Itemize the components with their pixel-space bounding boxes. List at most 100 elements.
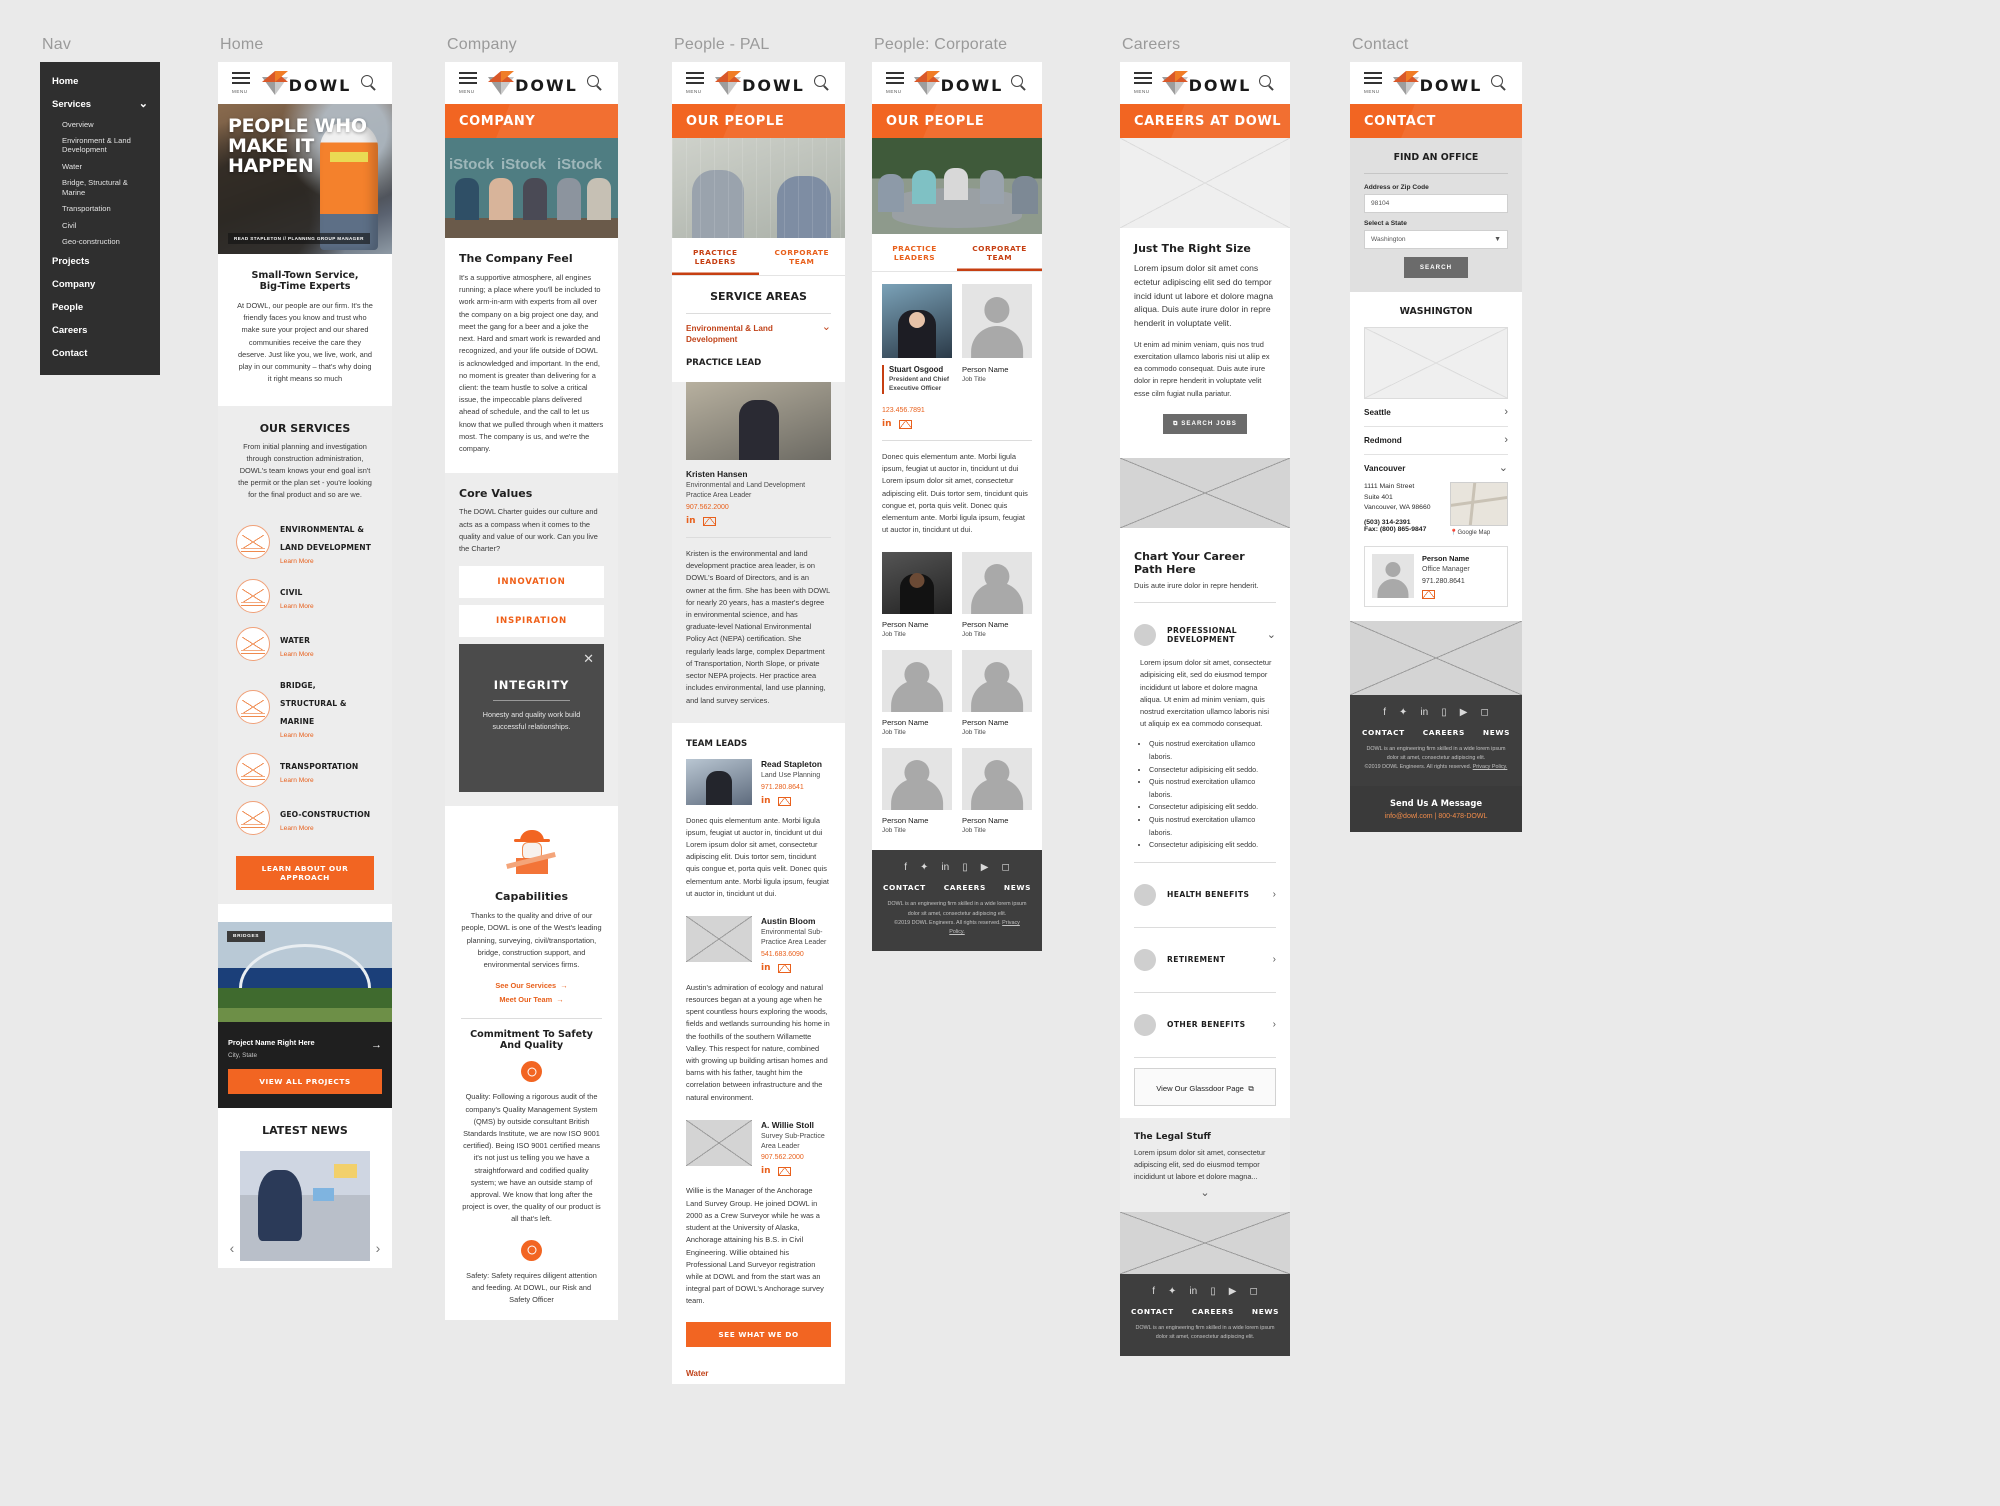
- member-phone[interactable]: 541.683.6090: [761, 951, 831, 958]
- chevron-right-icon[interactable]: ›: [1504, 407, 1508, 417]
- service-row[interactable]: CIVIL Learn More: [236, 572, 374, 620]
- menu-icon[interactable]: MENU: [1134, 72, 1154, 94]
- nav-subitem-civil[interactable]: Civil: [40, 217, 160, 233]
- email-icon[interactable]: [1422, 589, 1435, 599]
- logo[interactable]: DOWL: [913, 71, 1004, 95]
- footer-link-careers[interactable]: CAREERS: [1423, 728, 1465, 737]
- logo[interactable]: DOWL: [1161, 71, 1252, 95]
- accordion-other-benefits[interactable]: OTHER BENEFITS ›: [1134, 1003, 1276, 1047]
- member-phone[interactable]: 971.280.8641: [761, 784, 831, 791]
- service-row[interactable]: ENVIRONMENTAL & LAND DEVELOPMENT Learn M…: [236, 512, 374, 572]
- footer-link-contact[interactable]: CONTACT: [883, 883, 926, 892]
- email-icon[interactable]: [703, 516, 716, 526]
- value-inspiration-button[interactable]: INSPIRATION: [459, 605, 604, 638]
- logo[interactable]: DOWL: [488, 71, 578, 95]
- linkedin-icon[interactable]: in: [686, 516, 697, 527]
- instagram-icon[interactable]: ◻: [1001, 862, 1009, 873]
- meet-team-link[interactable]: Meet Our Team →: [461, 995, 602, 1004]
- chevron-right-icon[interactable]: ›: [1504, 435, 1508, 445]
- linkedin-icon[interactable]: in: [882, 419, 893, 430]
- nav-item-company[interactable]: Company: [40, 273, 160, 296]
- nav-panel[interactable]: Home Services ⌄ Overview Environment & L…: [40, 62, 160, 376]
- email-icon[interactable]: [899, 419, 912, 429]
- linkedin-icon[interactable]: in: [761, 963, 772, 974]
- office-row-vancouver[interactable]: Vancouver ⌄: [1364, 455, 1508, 482]
- accordion-professional-development[interactable]: PROFESSIONAL DEVELOPMENT ⌄: [1134, 613, 1276, 657]
- search-icon[interactable]: [1490, 74, 1508, 92]
- search-icon[interactable]: [586, 74, 604, 92]
- service-area-row[interactable]: Environmental & Land Development ⌄: [686, 322, 831, 345]
- nav-subitem-geo-construction[interactable]: Geo-construction: [40, 234, 160, 250]
- chevron-down-icon[interactable]: ⌄: [1499, 463, 1508, 473]
- nav-subitem-environment-land-development[interactable]: Environment & Land Development: [40, 132, 160, 158]
- email-icon[interactable]: [778, 963, 791, 973]
- service-row[interactable]: BRIDGE, STRUCTURAL & MARINE Learn More: [236, 668, 374, 746]
- learn-more-link[interactable]: Learn More: [280, 732, 374, 739]
- office-row-seattle[interactable]: Seattle ›: [1364, 399, 1508, 427]
- nav-subitem-overview[interactable]: Overview: [40, 116, 160, 132]
- chevron-right-icon[interactable]: ›: [1273, 889, 1276, 899]
- chevron-right-icon[interactable]: ›: [1273, 1019, 1276, 1029]
- learn-more-link[interactable]: Learn More: [280, 603, 314, 610]
- tab-practice-leaders[interactable]: PRACTICE LEADERS: [872, 234, 957, 271]
- learn-more-link[interactable]: Learn More: [280, 825, 370, 832]
- nav-subitem-bridge-structural-marine[interactable]: Bridge, Structural & Marine: [40, 175, 160, 201]
- chevron-right-icon[interactable]: ›: [1273, 954, 1276, 964]
- email-icon[interactable]: [778, 1167, 791, 1177]
- see-services-link[interactable]: See Our Services →: [461, 981, 602, 990]
- carousel-prev-button[interactable]: ‹: [222, 1238, 242, 1258]
- linkedin-icon[interactable]: in: [1420, 707, 1428, 718]
- carousel-next-button[interactable]: ›: [368, 1238, 388, 1258]
- search-button[interactable]: SEARCH: [1403, 257, 1469, 278]
- project-card[interactable]: BRIDGES Project Name Right Here City, St…: [218, 921, 392, 1108]
- linkedin-icon[interactable]: in: [941, 862, 949, 873]
- linkedin-icon[interactable]: in: [761, 796, 772, 807]
- glassdoor-icon[interactable]: ▯: [1441, 707, 1447, 718]
- search-jobs-button[interactable]: ⧉ SEARCH JOBS: [1163, 413, 1247, 434]
- chevron-down-icon[interactable]: ⌄: [1134, 1188, 1276, 1199]
- linkedin-icon[interactable]: in: [761, 1166, 772, 1177]
- privacy-policy-link[interactable]: Privacy Policy.: [1473, 764, 1508, 770]
- footer-link-news[interactable]: NEWS: [1483, 728, 1510, 737]
- glassdoor-icon[interactable]: ▯: [1210, 1286, 1216, 1297]
- learn-more-link[interactable]: Learn More: [280, 651, 314, 658]
- nav-item-careers[interactable]: Careers: [40, 319, 160, 342]
- state-select[interactable]: Washington ▼: [1364, 230, 1508, 249]
- twitter-icon[interactable]: ✦: [1399, 707, 1407, 718]
- tab-practice-leaders[interactable]: PRACTICE LEADERS: [672, 238, 759, 275]
- learn-more-link[interactable]: Learn More: [280, 777, 358, 784]
- lead-phone[interactable]: 907.562.2000: [686, 504, 831, 511]
- footer-link-careers[interactable]: CAREERS: [1192, 1307, 1234, 1316]
- footer-link-contact[interactable]: CONTACT: [1131, 1307, 1174, 1316]
- nav-item-home[interactable]: Home: [40, 70, 160, 93]
- service-row[interactable]: TRANSPORTATION Learn More: [236, 746, 374, 794]
- nav-item-services[interactable]: Services ⌄: [40, 93, 160, 116]
- next-service-area-row[interactable]: Water: [672, 1358, 845, 1384]
- logo[interactable]: DOWL: [261, 71, 352, 95]
- chevron-down-icon[interactable]: ⌄: [822, 322, 831, 333]
- accordion-health-benefits[interactable]: HEALTH BENEFITS ›: [1134, 873, 1276, 917]
- service-row[interactable]: WATER Learn More: [236, 620, 374, 668]
- logo[interactable]: DOWL: [1392, 71, 1483, 95]
- glassdoor-icon[interactable]: ▯: [962, 862, 968, 873]
- accordion-retirement[interactable]: RETIREMENT ›: [1134, 938, 1276, 982]
- search-icon[interactable]: [360, 74, 378, 92]
- featured-phone[interactable]: 123.456.7891: [882, 407, 1032, 414]
- learn-more-link[interactable]: Learn More: [280, 558, 374, 565]
- menu-icon[interactable]: MENU: [459, 72, 479, 94]
- logo[interactable]: DOWL: [715, 71, 805, 95]
- menu-icon[interactable]: MENU: [232, 72, 252, 94]
- nav-item-projects[interactable]: Projects: [40, 250, 160, 273]
- footer-link-contact[interactable]: CONTACT: [1362, 728, 1405, 737]
- search-icon[interactable]: [813, 74, 831, 92]
- tab-corporate-team[interactable]: CORPORATE TEAM: [957, 234, 1042, 271]
- instagram-icon[interactable]: ◻: [1249, 1286, 1257, 1297]
- youtube-icon[interactable]: ▶: [1460, 707, 1468, 718]
- footer-link-news[interactable]: NEWS: [1252, 1307, 1279, 1316]
- member-phone[interactable]: 907.562.2000: [761, 1154, 831, 1161]
- nav-item-contact[interactable]: Contact: [40, 342, 160, 365]
- footer-link-careers[interactable]: CAREERS: [944, 883, 986, 892]
- send-message-link[interactable]: info@dowl.com | 800-478-DOWL: [1362, 813, 1510, 820]
- footer-link-news[interactable]: NEWS: [1004, 883, 1031, 892]
- nav-item-people[interactable]: People: [40, 296, 160, 319]
